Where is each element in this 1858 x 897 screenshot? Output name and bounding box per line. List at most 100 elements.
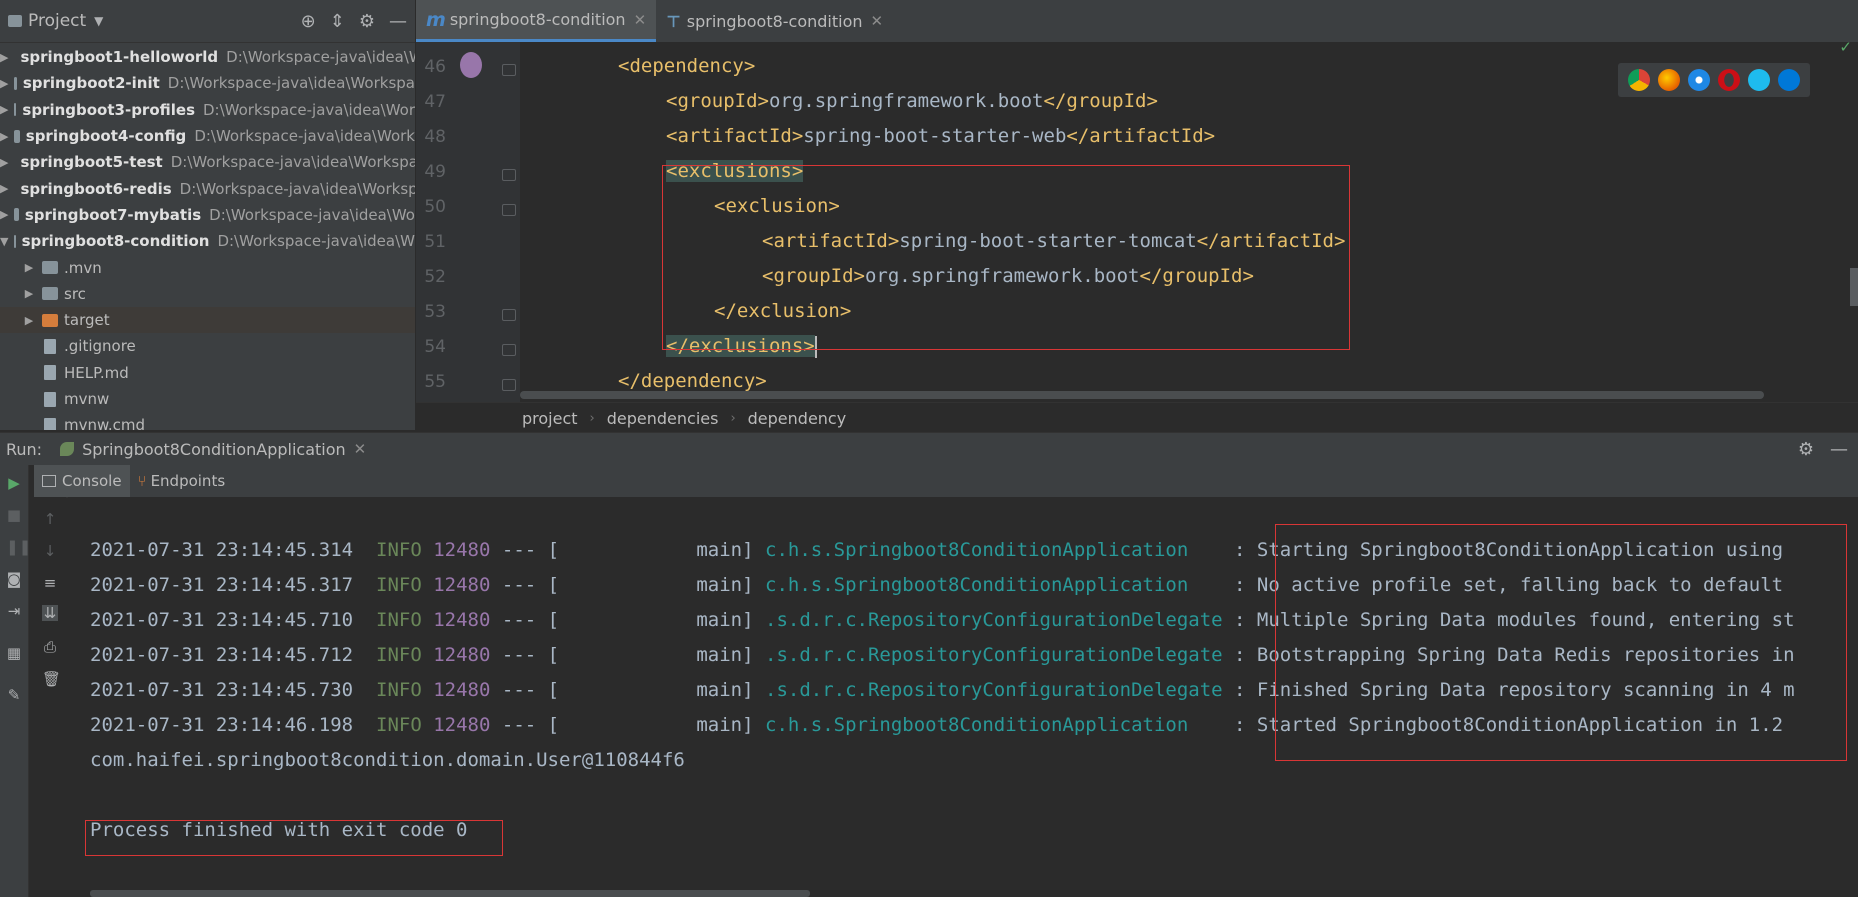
chevron-right-icon: › — [589, 410, 595, 426]
log-line: 2021-07-31 23:14:45.314 INFO 12480 --- [… — [90, 539, 1784, 561]
tree-module-row[interactable]: ▶ springboot6-redis D:\Workspace-java\idea… — [0, 175, 415, 201]
tab-pom-maven[interactable]: m springboot8-condition ✕ — [416, 0, 657, 42]
fold-marker-icon[interactable] — [502, 64, 516, 76]
login-icon[interactable]: ⇥ — [6, 603, 22, 619]
collapse-all-icon[interactable]: ⇕ — [330, 11, 345, 32]
tab-console[interactable]: Console — [34, 465, 130, 497]
tree-module-row[interactable]: ▶ springboot7-mybatis D:\Workspace-java\id… — [0, 202, 415, 228]
close-icon[interactable]: ✕ — [871, 12, 884, 30]
arrow-up-icon[interactable]: ↑ — [42, 511, 58, 527]
trash-icon[interactable]: 🗑 — [42, 671, 61, 687]
internet-explorer-icon[interactable] — [1748, 69, 1770, 91]
tab-label: springboot8-condition — [686, 11, 863, 31]
project-view-icon[interactable] — [8, 15, 22, 27]
tab-endpoints[interactable]: ⑂ Endpoints — [130, 465, 234, 497]
expand-arrow-icon[interactable]: ▶ — [22, 287, 36, 300]
breadcrumb-item[interactable]: dependencies — [607, 409, 719, 428]
locate-icon[interactable]: ⊕ — [301, 11, 316, 32]
firefox-icon[interactable] — [1658, 69, 1680, 91]
line-number: 52 — [424, 267, 446, 287]
log-line: 2021-07-31 23:14:45.712 INFO 12480 --- [… — [90, 644, 1795, 666]
pause-icon[interactable]: ❚❚ — [6, 539, 31, 555]
pin-icon[interactable]: ✎ — [6, 687, 22, 703]
console-horizontal-scrollbar[interactable] — [90, 890, 810, 897]
override-gutter-icon[interactable] — [460, 52, 482, 78]
log-line: 2021-07-31 23:14:45.317 INFO 12480 --- [… — [90, 574, 1784, 596]
soft-wrap-icon[interactable]: ≡ — [42, 575, 58, 591]
project-tool-window: Project ▼ ⊕ ⇕ ⚙ — ▶ springboot1-helloworl… — [0, 0, 416, 430]
run-config-tab[interactable]: Springboot8ConditionApplication ✕ — [60, 440, 366, 459]
vertical-scrollbar-thumb[interactable] — [1850, 268, 1858, 306]
fold-marker-icon[interactable] — [502, 379, 516, 391]
expand-arrow-icon[interactable]: ▶ — [0, 208, 8, 221]
chevron-down-icon[interactable]: ▼ — [94, 14, 103, 28]
tree-folder-row[interactable]: ▶ src — [0, 281, 415, 307]
tab-structure[interactable]: ⊤ springboot8-condition ✕ — [656, 0, 893, 42]
console-output[interactable]: 2021-07-31 23:14:45.314 INFO 12480 --- [… — [68, 497, 1858, 897]
stop-icon[interactable]: ■ — [6, 507, 22, 523]
tree-file-row[interactable]: .gitignore — [0, 333, 415, 359]
minimize-icon[interactable]: — — [1830, 439, 1848, 460]
rerun-icon[interactable]: ▶ — [6, 475, 22, 491]
module-folder-icon — [14, 76, 17, 90]
code-line: <groupId>org.springframework.boot</group… — [762, 265, 1254, 287]
gear-icon[interactable]: ⚙ — [1798, 439, 1814, 460]
tree-module-row[interactable]: ▶ springboot2-init D:\Workspace-java\idea\… — [0, 70, 415, 96]
fold-marker-icon[interactable] — [502, 344, 516, 356]
close-icon[interactable]: ✕ — [634, 11, 647, 29]
print-icon[interactable]: ⎙ — [42, 639, 58, 655]
tree-folder-row[interactable]: ▶ .mvn — [0, 254, 415, 280]
fold-marker-icon[interactable] — [502, 204, 516, 216]
expand-arrow-icon[interactable]: ▶ — [0, 156, 8, 169]
fold-marker-icon[interactable] — [502, 169, 516, 181]
log-line: 2021-07-31 23:14:45.730 INFO 12480 --- [… — [90, 679, 1795, 701]
tree-file-row[interactable]: mvnw — [0, 386, 415, 412]
code-line: <artifactId>spring-boot-starter-web</art… — [666, 125, 1216, 147]
expand-arrow-icon[interactable]: ▶ — [22, 261, 36, 274]
console-side-toolbar: ↑ ↓ ≡ ⇊ ⎙ 🗑 — [34, 497, 66, 897]
tree-module-row[interactable]: ▶ springboot1-helloworld D:\Workspace-java… — [0, 44, 415, 70]
project-view-title[interactable]: Project — [28, 11, 86, 31]
camera-icon[interactable]: ◙ — [6, 571, 22, 587]
minimize-icon[interactable]: — — [389, 11, 407, 32]
tree-module-row[interactable]: ▶ springboot3-profiles D:\Workspace-java\i… — [0, 97, 415, 123]
tree-module-row[interactable]: ▶ springboot4-config D:\Workspace-java\ide… — [0, 123, 415, 149]
arrow-down-icon[interactable]: ↓ — [42, 543, 58, 559]
gear-icon[interactable]: ⚙ — [359, 11, 375, 32]
expand-arrow-icon[interactable]: ▶ — [0, 130, 8, 143]
tree-module-row-expanded[interactable]: ▼ springboot8-condition D:\Workspace-java\… — [0, 228, 415, 254]
breadcrumb-item[interactable]: project — [522, 409, 578, 428]
expand-arrow-icon[interactable]: ▶ — [0, 103, 8, 116]
log-line: 2021-07-31 23:14:45.710 INFO 12480 --- [… — [90, 609, 1795, 631]
tree-module-row[interactable]: ▶ springboot5-test D:\Workspace-java\idea\… — [0, 149, 415, 175]
scroll-to-end-icon[interactable]: ⇊ — [42, 605, 58, 621]
excluded-folder-icon — [42, 313, 58, 327]
run-config-label: Springboot8ConditionApplication — [82, 439, 346, 459]
tree-file-row[interactable]: mvnw.cmd — [0, 412, 415, 430]
module-folder-icon — [14, 129, 20, 143]
expand-arrow-icon[interactable]: ▶ — [0, 51, 8, 64]
opera-icon[interactable] — [1718, 69, 1740, 91]
collapse-arrow-icon[interactable]: ▼ — [0, 235, 8, 248]
exclusions-highlight-box — [662, 165, 1350, 350]
line-number: 49 — [424, 162, 446, 182]
close-icon[interactable]: ✕ — [354, 440, 367, 458]
safari-icon[interactable] — [1688, 69, 1710, 91]
tree-file-row[interactable]: HELP.md — [0, 360, 415, 386]
tree-folder-row-target[interactable]: ▶ target — [0, 306, 415, 334]
line-number: 47 — [424, 92, 446, 112]
folder-icon — [42, 287, 58, 301]
project-tree: ▶ springboot1-helloworld D:\Workspace-java… — [0, 43, 415, 430]
editor-horizontal-scrollbar[interactable] — [520, 391, 1764, 399]
fold-marker-icon[interactable] — [502, 309, 516, 321]
expand-arrow-icon[interactable]: ▶ — [0, 182, 8, 195]
layout-icon[interactable]: ▦ — [6, 645, 22, 661]
chrome-icon[interactable] — [1628, 69, 1650, 91]
maven-icon: m — [426, 8, 446, 31]
code-line: </exclusion> — [714, 300, 852, 322]
edge-icon[interactable] — [1778, 69, 1800, 91]
file-icon — [44, 338, 56, 354]
expand-arrow-icon[interactable]: ▶ — [0, 77, 8, 90]
breadcrumb-item[interactable]: dependency — [748, 409, 847, 428]
expand-arrow-icon[interactable]: ▶ — [22, 314, 36, 327]
